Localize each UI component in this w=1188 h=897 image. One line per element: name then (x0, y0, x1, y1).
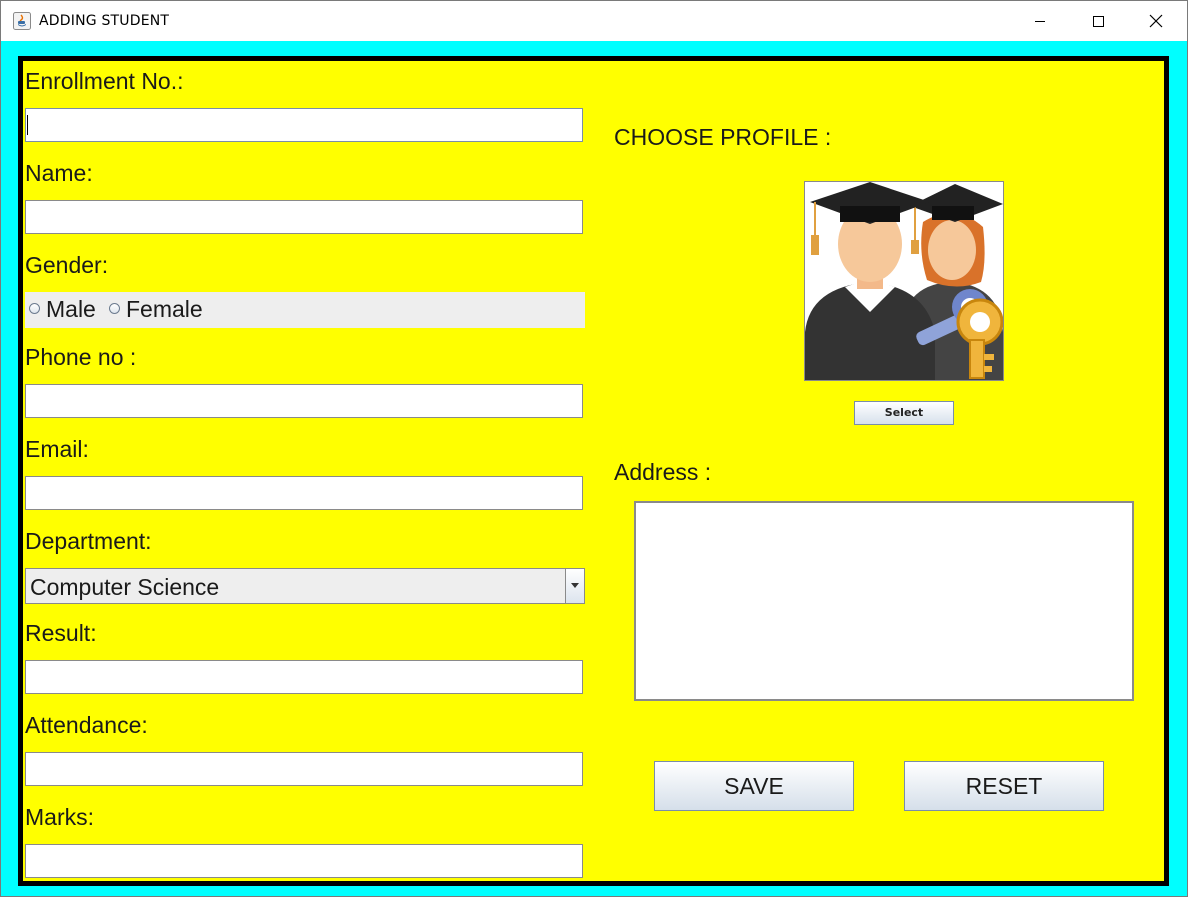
text-caret (27, 115, 28, 135)
department-select[interactable]: Computer Science (25, 568, 585, 604)
maximize-icon (1093, 16, 1104, 27)
phone-input[interactable] (25, 384, 583, 418)
form-panel: Enrollment No.: Name: Gender: Male Femal… (18, 56, 1169, 886)
graduate-students-key-icon (805, 182, 1003, 380)
department-value: Computer Science (30, 574, 220, 600)
department-label: Department: (25, 528, 152, 554)
radio-male[interactable] (29, 303, 40, 314)
address-label: Address : (614, 459, 712, 485)
radio-male-label[interactable]: Male (46, 296, 96, 323)
email-input[interactable] (25, 476, 583, 510)
phone-label: Phone no : (25, 344, 137, 370)
radio-female-label[interactable]: Female (126, 296, 203, 323)
radio-female[interactable] (109, 303, 120, 314)
result-label: Result: (25, 620, 97, 646)
close-button[interactable] (1127, 1, 1185, 41)
name-input[interactable] (25, 200, 583, 234)
save-button[interactable]: SAVE (654, 761, 854, 811)
select-image-button[interactable]: Select (854, 401, 954, 425)
gender-radio-group: Male Female (25, 292, 585, 328)
enrollment-label: Enrollment No.: (25, 68, 184, 94)
attendance-label: Attendance: (25, 712, 148, 738)
choose-profile-label: CHOOSE PROFILE : (614, 124, 832, 150)
address-textarea[interactable] (634, 501, 1134, 701)
java-icon (13, 12, 31, 30)
close-icon (1149, 14, 1163, 28)
app-window: ADDING STUDENT Enrollment No.: Name: Gen… (0, 0, 1188, 897)
chevron-down-icon[interactable] (565, 569, 584, 603)
gender-label: Gender: (25, 252, 109, 278)
minimize-icon (1035, 21, 1045, 22)
title-bar[interactable]: ADDING STUDENT (1, 1, 1187, 41)
window-title: ADDING STUDENT (39, 13, 170, 29)
maximize-button[interactable] (1069, 1, 1127, 41)
profile-image (804, 181, 1004, 381)
result-input[interactable] (25, 660, 583, 694)
enrollment-input[interactable] (25, 108, 583, 142)
marks-label: Marks: (25, 804, 94, 830)
name-label: Name: (25, 160, 93, 186)
marks-input[interactable] (25, 844, 583, 878)
minimize-button[interactable] (1011, 1, 1069, 41)
attendance-input[interactable] (25, 752, 583, 786)
email-label: Email: (25, 436, 89, 462)
reset-button[interactable]: RESET (904, 761, 1104, 811)
